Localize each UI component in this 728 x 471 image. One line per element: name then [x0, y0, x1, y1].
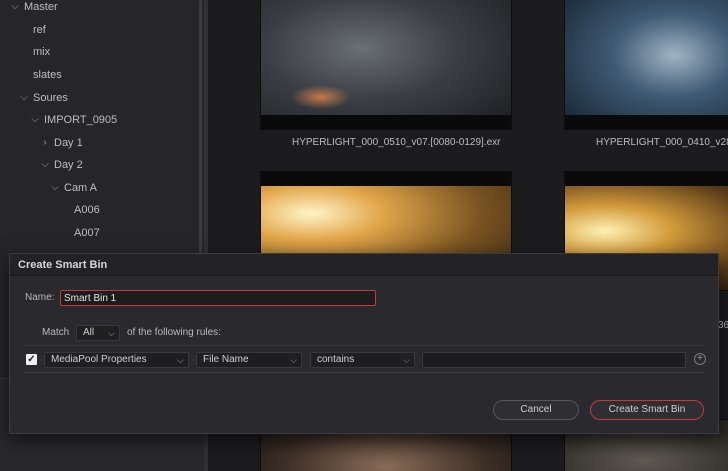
create-smart-bin-button[interactable]: Create Smart Bin: [590, 400, 704, 420]
match-label: Match: [42, 327, 70, 338]
bin-ref[interactable]: ref: [33, 21, 46, 39]
bin-soures[interactable]: ⌵ Soures: [20, 89, 68, 107]
name-label: Name:: [25, 292, 55, 303]
bin-a007[interactable]: A007: [74, 224, 100, 242]
clip-thumbnail[interactable]: [260, 0, 512, 130]
bin-label: Day 2: [54, 159, 83, 171]
clip-name: HYPERLIGHT_000_0510_v07.[0080-0129].exr: [292, 137, 501, 148]
bin-label: ref: [33, 24, 46, 36]
letterbox-bar: [261, 172, 511, 186]
rules-suffix-label: of the following rules:: [127, 327, 221, 338]
chevron-down-icon[interactable]: ⌵: [49, 179, 61, 197]
clip-name: HYPERLIGHT_000_0410_v28.[00: [596, 137, 728, 148]
bin-import-0905[interactable]: ⌵ IMPORT_0905: [31, 111, 118, 129]
bin-label: IMPORT_0905: [44, 114, 118, 126]
letterbox-bar: [565, 115, 728, 129]
bin-label: A006: [74, 204, 100, 216]
rule-field-value: File Name: [203, 354, 249, 365]
rule-field-dropdown[interactable]: File Name ⌵: [196, 352, 302, 368]
bin-slates[interactable]: slates: [33, 66, 62, 84]
bin-day-1[interactable]: › Day 1: [43, 134, 83, 152]
divider: [23, 372, 705, 373]
smart-bin-name-input[interactable]: [60, 290, 376, 306]
divider: [23, 345, 705, 346]
rule-operator-value: contains: [317, 354, 355, 365]
chevron-down-icon: ⌵: [403, 355, 410, 365]
bin-label: A007: [74, 227, 100, 239]
chevron-down-icon[interactable]: ⌵: [9, 0, 21, 16]
bin-label: Cam A: [64, 182, 98, 194]
bin-label: Master: [24, 1, 58, 13]
rule-value-input[interactable]: [422, 352, 686, 368]
bin-mix[interactable]: mix: [33, 43, 50, 61]
chevron-down-icon[interactable]: ⌵: [18, 89, 30, 107]
rule-enabled-checkbox[interactable]: ✓: [26, 354, 37, 365]
bin-cam-a[interactable]: ⌵ Cam A: [51, 179, 98, 197]
bin-master[interactable]: ⌵ Master: [11, 0, 58, 16]
tree-scrollbar[interactable]: [199, 0, 202, 258]
letterbox-bar: [565, 172, 728, 186]
cancel-button[interactable]: Cancel: [493, 400, 579, 420]
dialog-title: Create Smart Bin: [18, 259, 108, 271]
bin-label: Day 1: [54, 137, 83, 149]
bin-label: slates: [33, 69, 62, 81]
chevron-down-icon[interactable]: ⌵: [39, 156, 51, 174]
dialog-titlebar[interactable]: Create Smart Bin: [10, 254, 718, 276]
clip-thumbnail[interactable]: [564, 0, 728, 130]
bin-label: mix: [33, 46, 51, 58]
chevron-down-icon[interactable]: ⌵: [29, 111, 41, 129]
rule-property-dropdown[interactable]: MediaPool Properties ⌵: [44, 352, 189, 368]
bin-label: Soures: [33, 92, 68, 104]
thumbnail-highlight: [291, 85, 351, 109]
chevron-down-icon: ⌵: [108, 328, 115, 338]
bin-a006[interactable]: A006: [74, 201, 100, 219]
chevron-right-icon[interactable]: ›: [39, 134, 51, 152]
chevron-down-icon: ⌵: [290, 355, 297, 365]
clip-name-partial: 36: [718, 320, 728, 331]
match-dropdown[interactable]: All ⌵: [76, 325, 120, 341]
rule-property-value: MediaPool Properties: [51, 354, 147, 365]
create-smart-bin-dialog: Create Smart Bin Name: Match All ⌵ of th…: [9, 253, 719, 434]
match-value: All: [83, 327, 95, 338]
bin-day-2[interactable]: ⌵ Day 2: [41, 156, 83, 174]
letterbox-bar: [261, 115, 511, 129]
chevron-down-icon: ⌵: [177, 355, 184, 365]
add-rule-icon[interactable]: +: [694, 353, 706, 365]
rule-operator-dropdown[interactable]: contains ⌵: [310, 352, 415, 368]
